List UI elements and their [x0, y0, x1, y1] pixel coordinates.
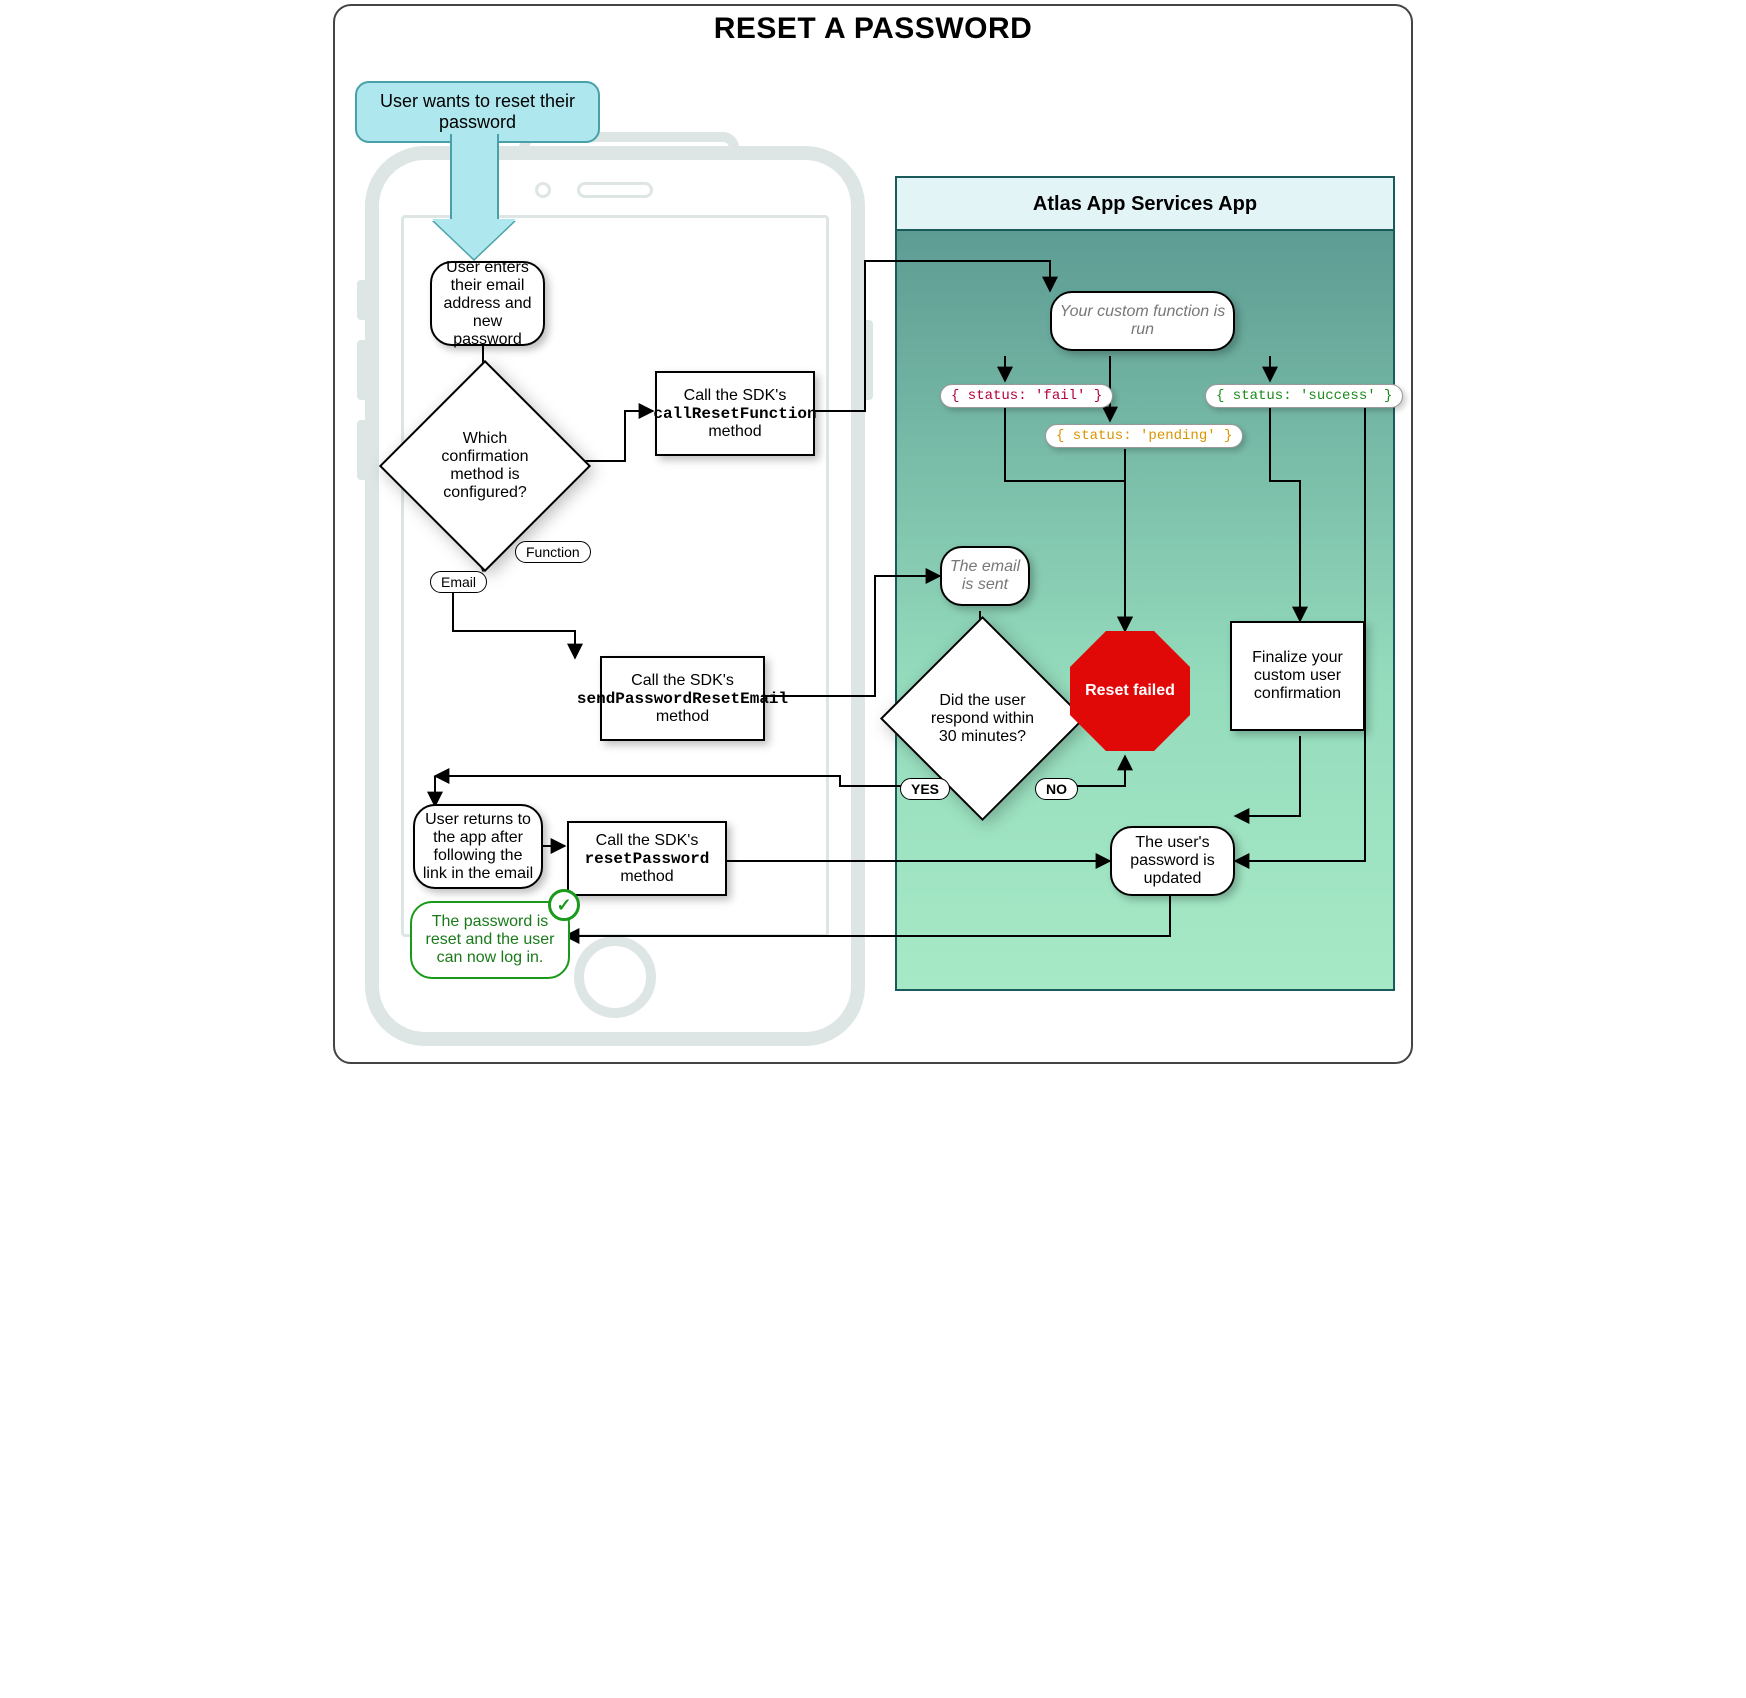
node-respond-30-label: Did the user respond within 30 minutes?	[910, 646, 1055, 791]
node-email-sent: The email is sent	[940, 546, 1030, 606]
node-finalize: Finalize your custom user confirmation	[1230, 621, 1365, 731]
node-call-reset-function: Call the SDK's callResetFunction method	[655, 371, 815, 456]
node-which-method: Which confirmation method is configured?	[410, 391, 560, 541]
node-respond-30: Did the user respond within 30 minutes?	[910, 646, 1055, 791]
node-user-returns: User returns to the app after following …	[413, 804, 543, 889]
text: method	[620, 868, 673, 885]
text: Call the SDK's	[684, 387, 787, 404]
label-email: Email	[430, 571, 487, 593]
status-success: { status: 'success' }	[1205, 384, 1403, 408]
label-no: NO	[1035, 778, 1078, 800]
text: method	[708, 423, 761, 440]
node-user-enters: User enters their email address and new …	[430, 261, 545, 346]
server-title: Atlas App Services App	[895, 176, 1395, 231]
node-reset-failed: Reset failed	[1070, 631, 1190, 751]
label-yes: YES	[900, 778, 950, 800]
text: Call the SDK's	[596, 832, 699, 849]
text: method	[656, 708, 709, 725]
check-icon: ✓	[548, 889, 580, 921]
node-password-updated: The user's password is updated	[1110, 826, 1235, 896]
node-custom-function-run: Your custom function is run	[1050, 291, 1235, 351]
diagram-frame: RESET A PASSWORD Atlas App Services App	[333, 4, 1413, 1064]
code: resetPassword	[585, 850, 710, 868]
callout-arrow	[450, 134, 499, 224]
status-pending: { status: 'pending' }	[1045, 424, 1243, 448]
node-reset-password: Call the SDK's resetPassword method	[567, 821, 727, 896]
node-send-password-reset-email: Call the SDK's sendPasswordResetEmail me…	[600, 656, 765, 741]
label-function: Function	[515, 541, 591, 563]
page-title: RESET A PASSWORD	[335, 12, 1411, 46]
node-result-success: The password is reset and the user can n…	[410, 901, 570, 979]
code: callResetFunction	[653, 405, 816, 423]
code: sendPasswordResetEmail	[577, 690, 788, 708]
status-fail: { status: 'fail' }	[940, 384, 1113, 408]
text: The password is reset and the user can n…	[426, 913, 555, 966]
node-which-method-label: Which confirmation method is configured?	[410, 391, 560, 541]
text: Call the SDK's	[631, 672, 734, 689]
